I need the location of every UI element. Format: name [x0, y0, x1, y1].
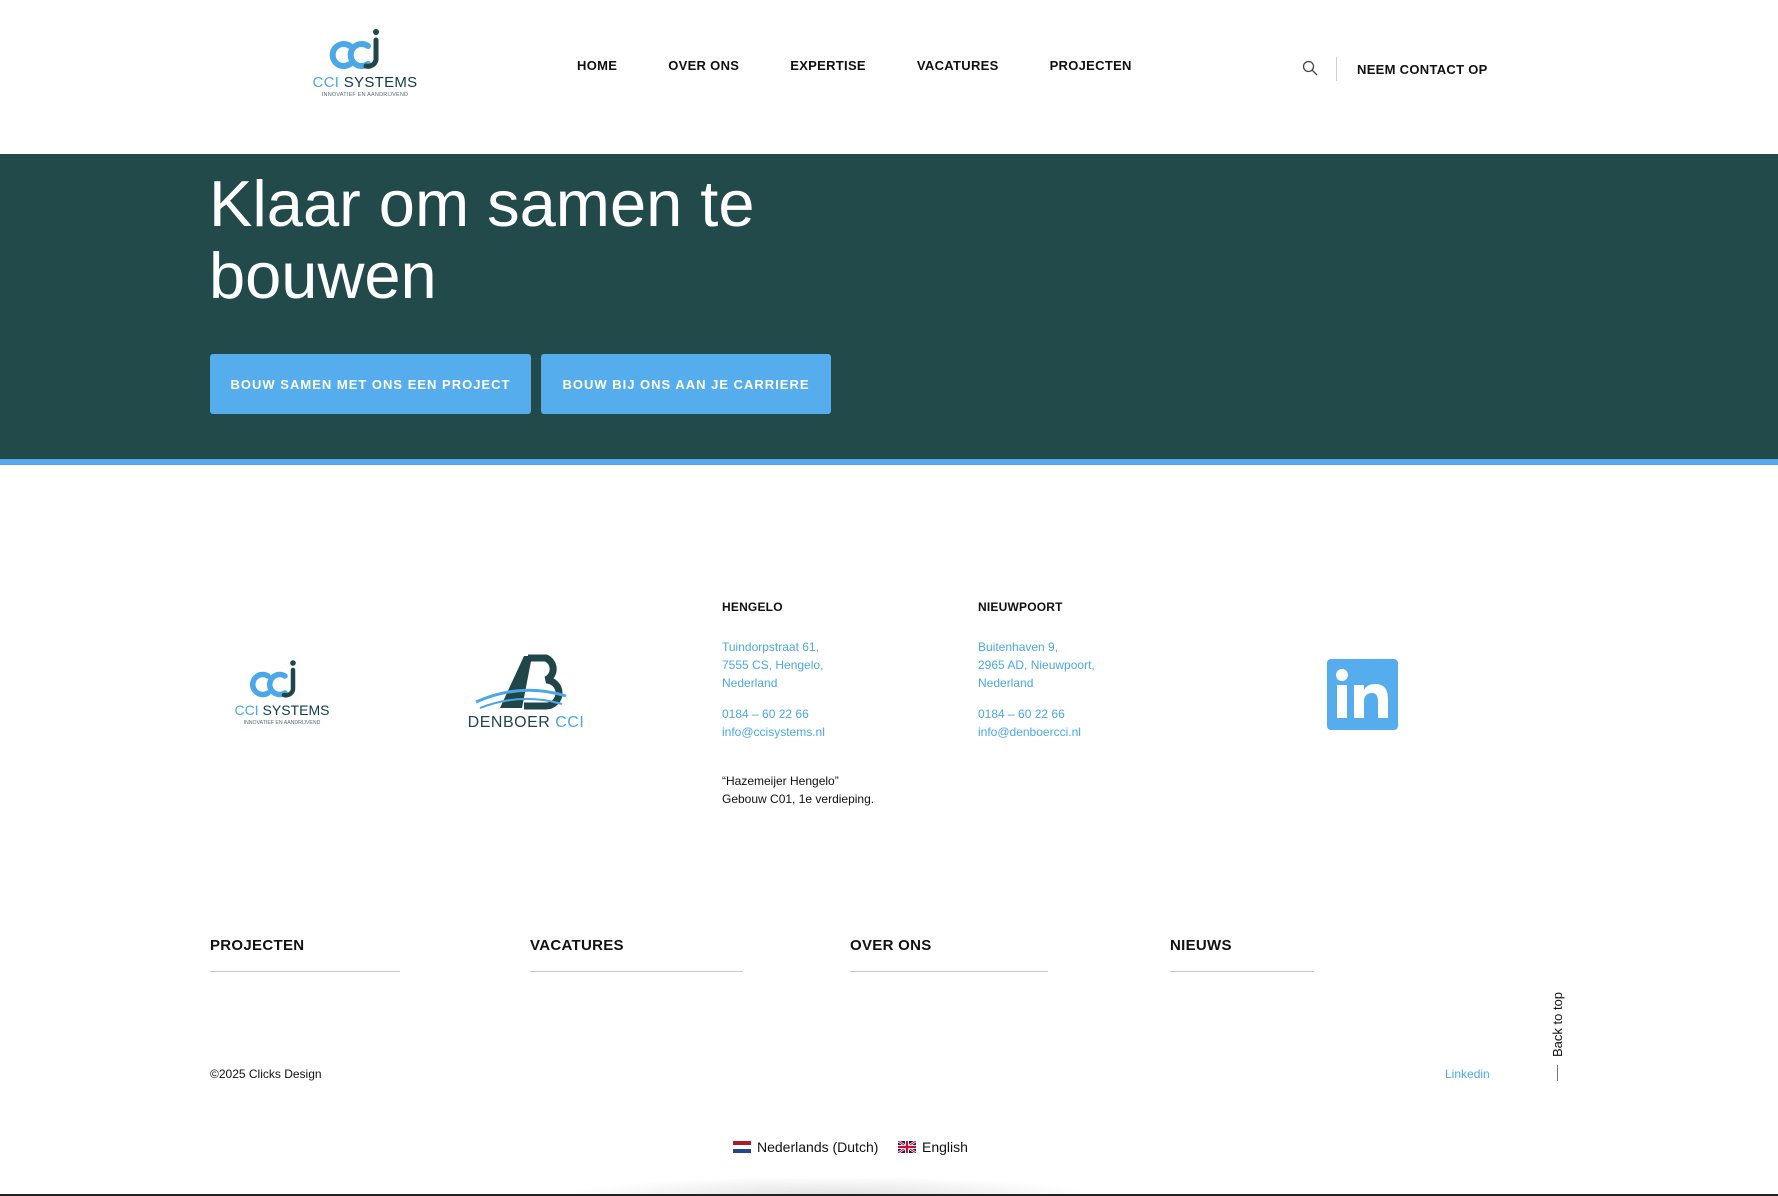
copyright: ©2025 Clicks Design — [210, 1067, 322, 1081]
cci-logo-mark-icon — [250, 660, 296, 698]
hero-title: Klaar om samen te bouwen — [209, 167, 755, 312]
denboer-cci-logo[interactable]: DENBOER CCI — [466, 652, 586, 734]
build-career-button[interactable]: BOUW BIJ ONS AAN JE CARRIERE — [541, 354, 831, 414]
back-to-top-button[interactable]: Back to top — [1548, 985, 1568, 1081]
footer-logo-wordmark: CCI SYSTEMS — [234, 702, 330, 718]
linkedin-icon[interactable] — [1327, 659, 1398, 730]
address-line: Tuindorpstraat 61, — [722, 640, 819, 654]
nav-vacatures[interactable]: VACATURES — [917, 58, 999, 73]
nieuwpoort-email-link[interactable]: info@denboercci.nl — [978, 723, 1081, 741]
hengelo-phone-link[interactable]: 0184 – 60 22 66 — [722, 705, 825, 723]
contact-button[interactable]: NEEM CONTACT OP — [1357, 62, 1488, 77]
footer-nav-projecten[interactable]: PROJECTEN — [210, 937, 304, 954]
language-label: English — [922, 1139, 968, 1155]
footer-nav-over-ons[interactable]: OVER ONS — [850, 937, 932, 954]
language-label: Nederlands (Dutch) — [757, 1139, 879, 1155]
bottom-shadow — [560, 1176, 1100, 1196]
footer-nav-nieuws[interactable]: NIEUWS — [1170, 937, 1232, 954]
uk-flag-icon — [898, 1141, 916, 1153]
nav-home[interactable]: HOME — [577, 58, 617, 73]
logo-wordmark: CCI SYSTEMS — [312, 74, 418, 91]
nav-over-ons[interactable]: OVER ONS — [668, 58, 739, 73]
dutch-flag-icon — [733, 1141, 751, 1153]
address-line: 2965 AD, Nieuwpoort, — [978, 658, 1095, 672]
address-line: Buitenhaven 9, — [978, 640, 1059, 654]
cta-hero: Klaar om samen te bouwen BOUW SAMEN MET … — [0, 154, 1778, 465]
nieuwpoort-title: NIEUWPOORT — [978, 600, 1063, 614]
footer-nav-underline — [1170, 971, 1314, 972]
build-project-button[interactable]: BOUW SAMEN MET ONS EEN PROJECT — [210, 354, 531, 414]
language-english[interactable]: English — [898, 1139, 968, 1155]
nav-projecten[interactable]: PROJECTEN — [1050, 58, 1132, 73]
main-nav: HOME OVER ONS EXPERTISE VACATURES PROJEC… — [577, 58, 1183, 73]
footer-nav-vacatures[interactable]: VACATURES — [530, 937, 624, 954]
footer-logo-tagline: INNOVATIEF EN AANDRIJVEND — [243, 720, 321, 726]
denboer-wordmark: DENBOER CCI — [467, 714, 585, 731]
back-to-top-line — [1557, 1065, 1558, 1081]
logo-tagline: INNOVATIEF EN AANDRIJVEND — [321, 92, 409, 98]
hengelo-contact: 0184 – 60 22 66 info@ccisystems.nl — [722, 705, 825, 741]
site-header: CCI SYSTEMS INNOVATIEF EN AANDRIJVEND HO… — [0, 0, 1778, 154]
language-dutch[interactable]: Nederlands (Dutch) — [733, 1139, 878, 1155]
back-to-top-label: Back to top — [1550, 991, 1565, 1057]
address-line: Nederland — [978, 676, 1034, 690]
nav-expertise[interactable]: EXPERTISE — [790, 58, 866, 73]
address-line: Nederland — [722, 676, 778, 690]
footer-cci-systems-logo[interactable]: CCI SYSTEMS INNOVATIEF EN AANDRIJVEND — [232, 660, 332, 730]
footer-nav-underline — [850, 971, 1048, 972]
footer-nav-underline — [210, 971, 400, 972]
note-line: Gebouw C01, 1e verdieping. — [722, 792, 875, 806]
cci-systems-logo[interactable]: CCI SYSTEMS INNOVATIEF EN AANDRIJVEND — [312, 28, 418, 104]
search-icon[interactable] — [1302, 60, 1318, 76]
cci-logo-mark-icon — [329, 29, 379, 69]
hengelo-building-note: “Hazemeijer Hengelo” Gebouw C01, 1e verd… — [722, 772, 874, 808]
nieuwpoort-address[interactable]: Buitenhaven 9, 2965 AD, Nieuwpoort, Nede… — [978, 638, 1095, 692]
nieuwpoort-contact: 0184 – 60 22 66 info@denboercci.nl — [978, 705, 1081, 741]
nieuwpoort-phone-link[interactable]: 0184 – 60 22 66 — [978, 705, 1081, 723]
footer-nav-underline — [530, 971, 743, 972]
denboer-logo-mark-icon — [475, 654, 567, 710]
hengelo-address[interactable]: Tuindorpstraat 61, 7555 CS, Hengelo, Ned… — [722, 638, 823, 692]
hengelo-email-link[interactable]: info@ccisystems.nl — [722, 723, 825, 741]
hengelo-title: HENGELO — [722, 600, 783, 614]
address-line: 7555 CS, Hengelo, — [722, 658, 824, 672]
header-divider — [1336, 57, 1337, 81]
linkedin-link[interactable]: Linkedin — [1445, 1067, 1490, 1081]
linkedin-glyph-icon — [1336, 669, 1388, 718]
note-line: “Hazemeijer Hengelo” — [722, 774, 839, 788]
